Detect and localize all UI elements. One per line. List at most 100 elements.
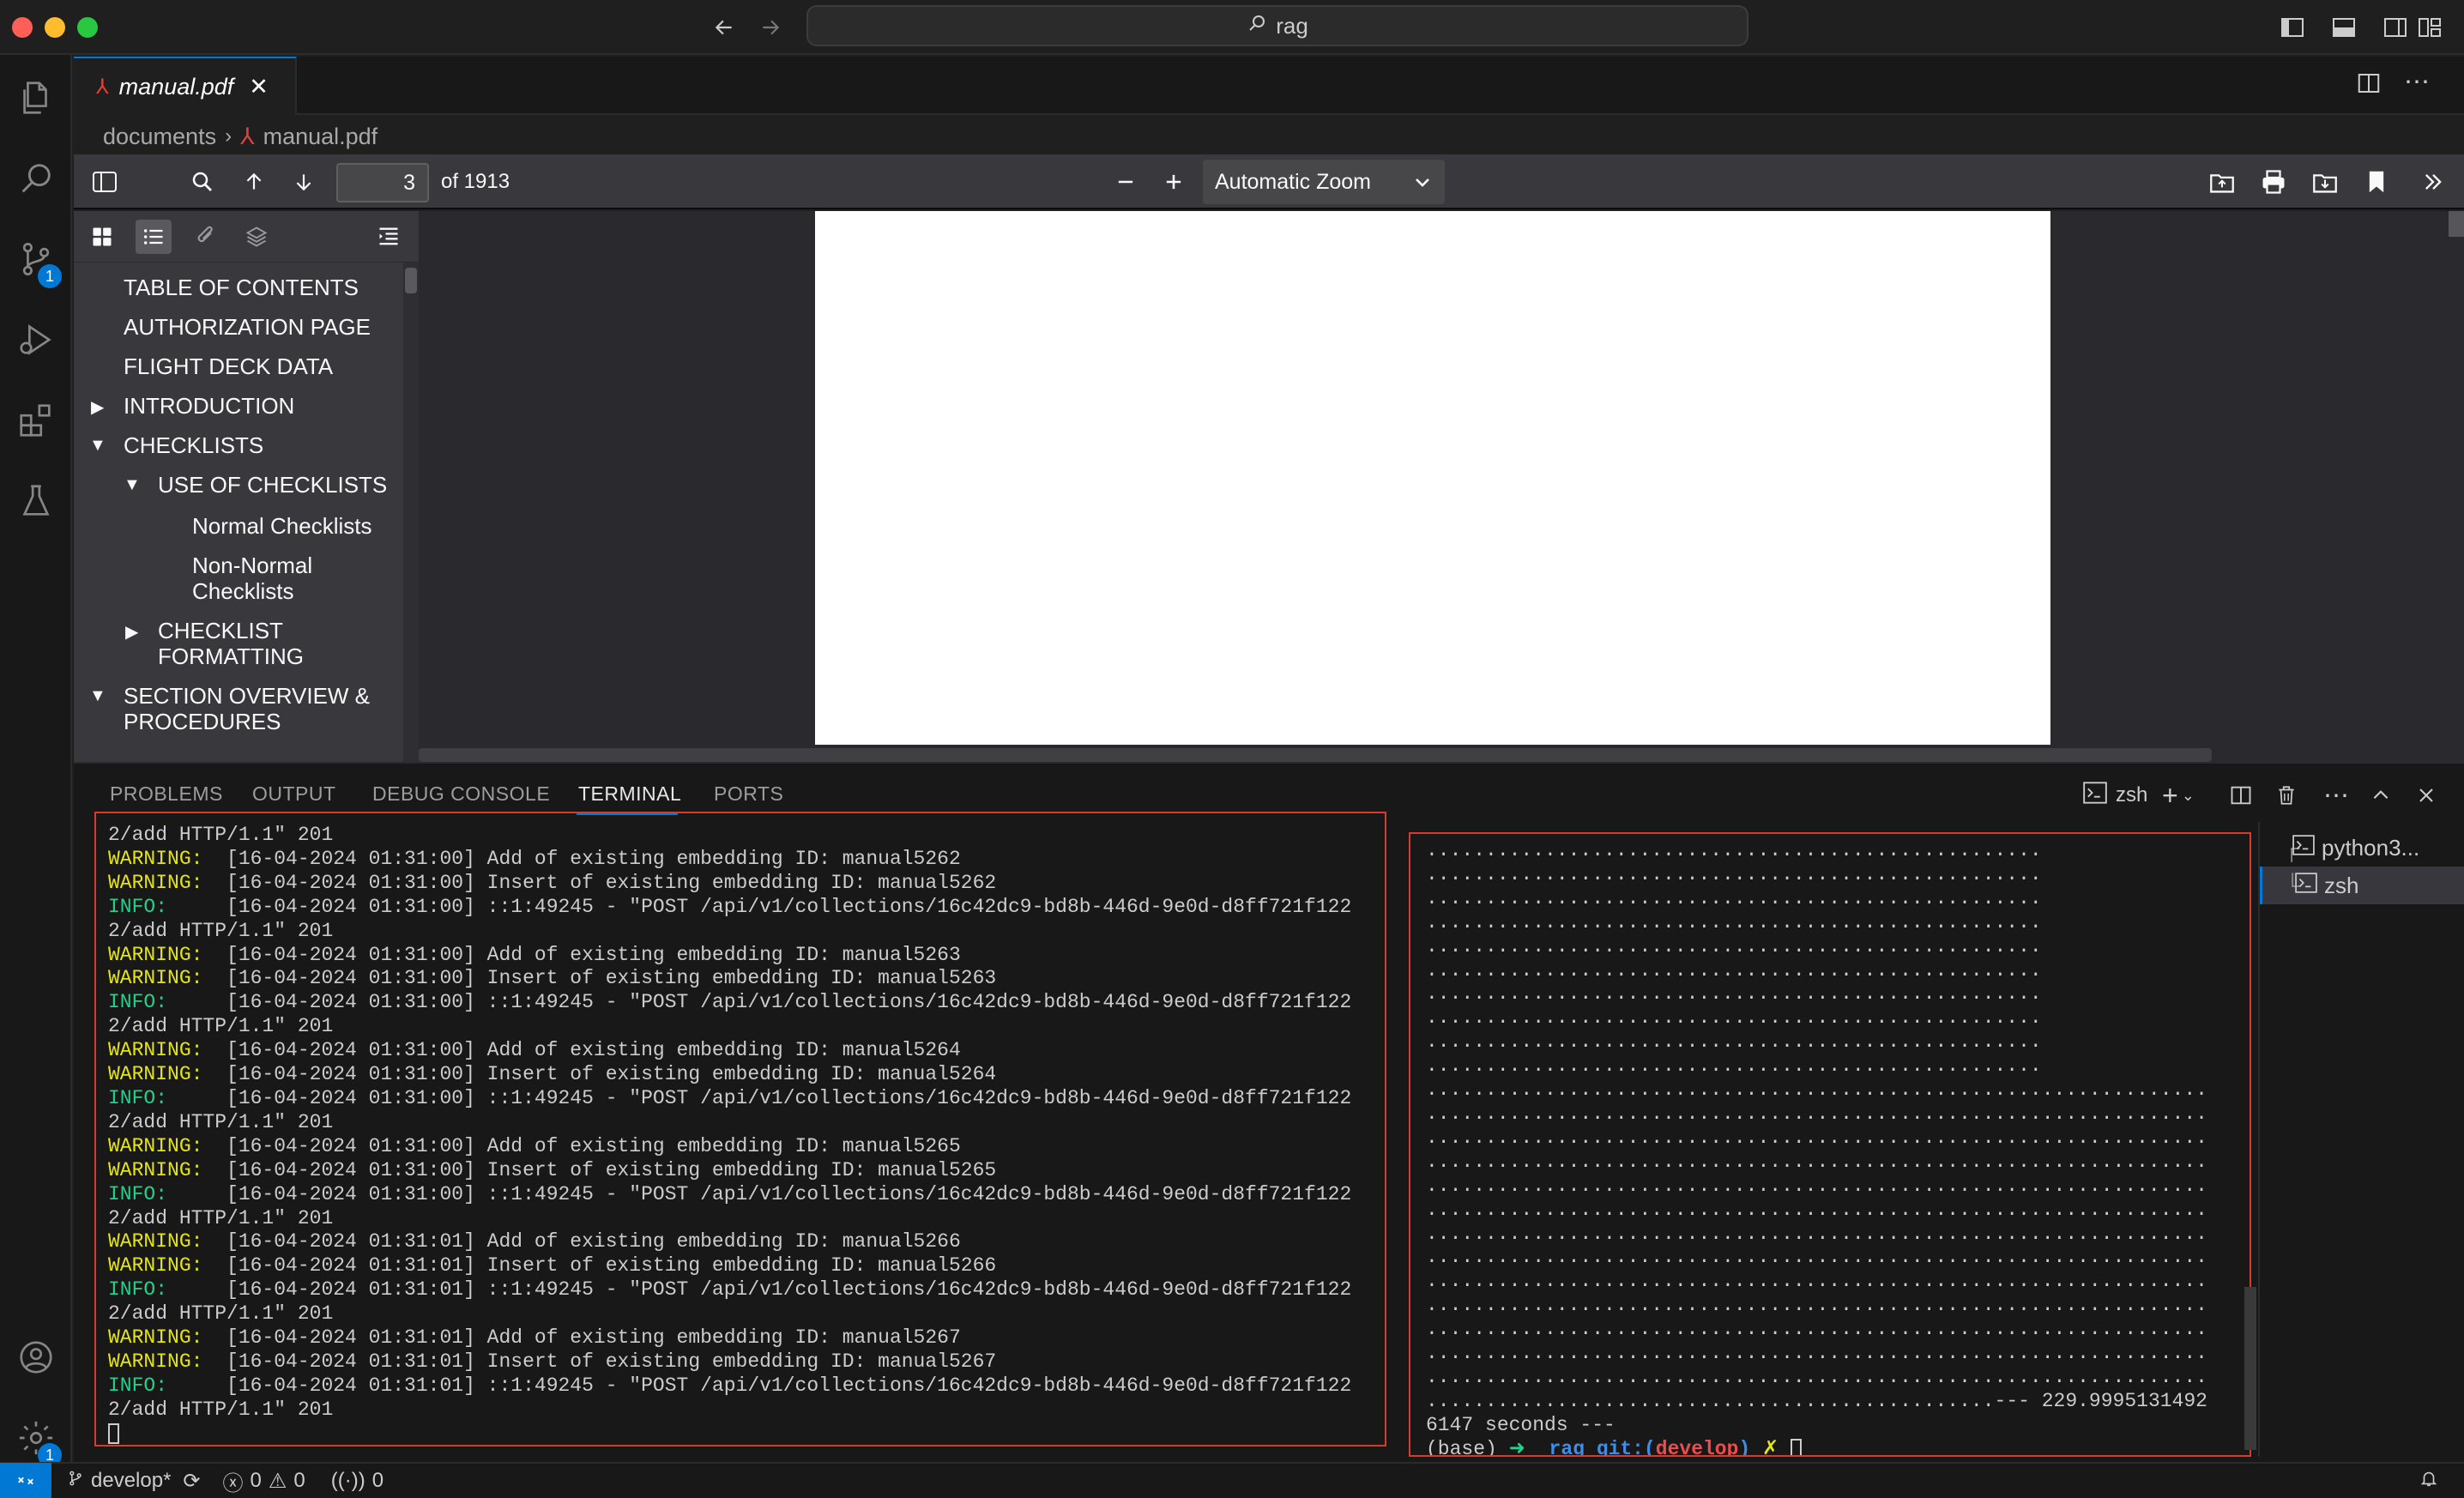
toggle-secondary-sidebar-icon[interactable]: [2380, 12, 2411, 43]
breadcrumb-folder[interactable]: documents: [103, 124, 216, 150]
outline-icon[interactable]: [136, 220, 172, 254]
terminal-line: WARNING: [16-04-2024 01:31:00] Insert of…: [108, 1063, 1385, 1087]
new-terminal-button[interactable]: + ⌄: [2162, 780, 2195, 811]
tools-chevron-icon[interactable]: [2416, 165, 2450, 199]
more-actions-icon[interactable]: ⋯: [2323, 781, 2349, 810]
back-arrow-icon[interactable]: [709, 12, 740, 43]
next-page-icon[interactable]: [287, 165, 321, 199]
close-panel-icon[interactable]: [2416, 781, 2437, 810]
toggle-sidebar-icon[interactable]: [86, 165, 124, 199]
notifications-bell-icon[interactable]: [2419, 1468, 2438, 1495]
terminal-scrollbar[interactable]: [2244, 1287, 2256, 1450]
terminal-right-output[interactable]: ........................................…: [1409, 832, 2251, 1457]
thumbnails-icon[interactable]: [84, 220, 120, 254]
progress-line: ........................................…: [1426, 1318, 2207, 1341]
terminal-line: 2/add HTTP/1.1" 201: [108, 920, 1385, 944]
expand-triangle-icon[interactable]: ▶: [91, 396, 104, 418]
pdf-file-icon: ⅄: [96, 75, 109, 99]
search-sidebar-icon[interactable]: [14, 156, 58, 201]
more-actions-icon[interactable]: ⋯: [2404, 67, 2430, 97]
bookmark-icon[interactable]: [2359, 165, 2394, 199]
save-download-icon[interactable]: [2308, 165, 2342, 199]
log-level: INFO:: [108, 1278, 168, 1302]
explorer-icon[interactable]: [14, 76, 58, 120]
tab-terminal[interactable]: TERMINAL: [578, 782, 681, 806]
toc-item[interactable]: Non-Normal Checklists: [192, 553, 381, 604]
collapse-triangle-icon[interactable]: ▼: [89, 686, 106, 706]
current-outline-item-icon[interactable]: [371, 220, 407, 254]
find-icon[interactable]: [185, 165, 220, 199]
progress-line: ........................................…: [1426, 1126, 2207, 1149]
customize-layout-icon[interactable]: [2414, 12, 2445, 43]
progress-line: ........................................…: [1426, 1246, 2207, 1269]
accounts-icon[interactable]: [14, 1335, 58, 1380]
open-file-icon[interactable]: [2205, 165, 2239, 199]
breadcrumb-file[interactable]: manual.pdf: [263, 124, 378, 150]
sidebar-scrollbar[interactable]: [403, 263, 419, 762]
progress-line: ........................................…: [1426, 1030, 2042, 1054]
ports-status[interactable]: ((·)) 0: [331, 1469, 383, 1493]
sidebar-scroll-thumb[interactable]: [405, 268, 417, 293]
vertical-scroll-thumb[interactable]: [2449, 211, 2464, 237]
close-tab-icon[interactable]: ✕: [249, 74, 269, 100]
zoom-out-icon[interactable]: [1108, 165, 1143, 199]
log-text: 2/add HTTP/1.1" 201: [108, 1110, 334, 1133]
toc-item[interactable]: SECTION OVERVIEW & PROCEDURES: [124, 683, 398, 734]
tab-manual-pdf[interactable]: ⅄ manual.pdf ✕: [74, 57, 297, 115]
remote-indicator-icon[interactable]: [0, 1463, 51, 1498]
close-window-button[interactable]: [12, 17, 33, 38]
terminal-list-item-zsh[interactable]: └ zsh: [2260, 867, 2464, 904]
toggle-panel-icon[interactable]: [2328, 12, 2359, 43]
log-level: WARNING:: [108, 847, 203, 870]
terminal-line: WARNING: [16-04-2024 01:31:01] Add of ex…: [108, 1230, 1385, 1254]
settings-gear-icon[interactable]: 1: [14, 1416, 62, 1467]
maximize-panel-chevron-up-icon[interactable]: [2370, 781, 2392, 810]
problems-status[interactable]: ⓧ 0 ⚠ 0: [223, 1466, 305, 1496]
testing-flask-icon[interactable]: [14, 479, 58, 523]
horizontal-scrollbar[interactable]: [419, 748, 2212, 762]
toc-item[interactable]: AUTHORIZATION PAGE: [124, 314, 371, 340]
toggle-primary-sidebar-icon[interactable]: [2277, 12, 2308, 43]
shell-prompt[interactable]: (base) ➜ rag git:(develop) ✗: [1426, 1437, 2250, 1457]
tab-ports[interactable]: PORTS: [714, 782, 783, 806]
layers-icon[interactable]: [239, 220, 275, 254]
kill-terminal-trash-icon[interactable]: [2275, 781, 2298, 810]
branch-status[interactable]: develop* ⟳: [67, 1469, 201, 1494]
terminal-list-item-python[interactable]: ┌ python3...: [2260, 829, 2464, 867]
zoom-select[interactable]: Automatic Zoom: [1203, 160, 1445, 204]
source-control-icon[interactable]: 1: [14, 237, 62, 288]
pdf-file-icon: ⅄: [240, 123, 255, 149]
maximize-window-button[interactable]: [77, 17, 98, 38]
previous-page-icon[interactable]: [237, 165, 271, 199]
toc-item[interactable]: CHECKLISTS: [124, 432, 263, 458]
toc-item[interactable]: FLIGHT DECK DATA: [124, 353, 333, 379]
attachments-paperclip-icon[interactable]: [187, 220, 223, 254]
toc-item[interactable]: TABLE OF CONTENTS: [124, 275, 359, 300]
toc-item[interactable]: CHECKLIST FORMATTING: [158, 618, 329, 669]
print-icon[interactable]: [2256, 165, 2291, 199]
tab-output[interactable]: OUTPUT: [252, 782, 336, 806]
zoom-in-icon[interactable]: [1157, 165, 1191, 199]
pdf-page: [815, 211, 2050, 745]
log-level: INFO:: [108, 1374, 168, 1397]
terminal-left-output[interactable]: 2/add HTTP/1.1" 201 WARNING: [16-04-2024 …: [94, 812, 1386, 1447]
split-editor-icon[interactable]: [2356, 70, 2382, 100]
minimize-window-button[interactable]: [45, 17, 65, 38]
command-center-search[interactable]: rag: [806, 5, 1748, 46]
tab-problems[interactable]: PROBLEMS: [110, 782, 223, 806]
toc-item[interactable]: USE OF CHECKLISTS: [158, 472, 387, 498]
forward-arrow-icon[interactable]: [755, 12, 786, 43]
collapse-triangle-icon[interactable]: ▼: [89, 436, 106, 456]
expand-triangle-icon[interactable]: ▶: [125, 621, 138, 643]
toc-item[interactable]: Normal Checklists: [192, 513, 372, 539]
collapse-triangle-icon[interactable]: ▼: [124, 475, 141, 495]
sync-icon[interactable]: ⟳: [183, 1469, 200, 1494]
tab-debug-console[interactable]: DEBUG CONSOLE: [372, 782, 550, 806]
toc-item[interactable]: INTRODUCTION: [124, 393, 294, 419]
run-debug-icon[interactable]: [14, 317, 58, 362]
terminal-shell-selector[interactable]: zsh: [2083, 781, 2147, 810]
extensions-icon[interactable]: [14, 398, 58, 443]
split-terminal-icon[interactable]: [2229, 781, 2253, 810]
prompt-dirty-icon: ✗: [1762, 1437, 1779, 1457]
page-number-input[interactable]: [336, 163, 429, 202]
